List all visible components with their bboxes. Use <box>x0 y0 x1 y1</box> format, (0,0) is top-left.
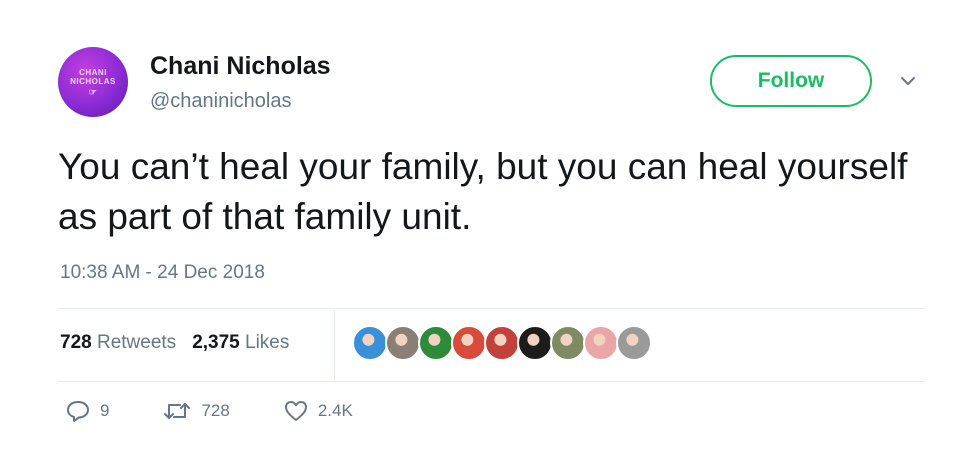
retweets-count: 728 <box>60 332 92 353</box>
retweet-icon <box>164 403 191 419</box>
tweet-actions: 9 728 2.4K <box>66 400 407 422</box>
hand-icon: ☞ <box>88 86 98 97</box>
likes-count: 2,375 <box>192 332 240 353</box>
liker-avatar-9[interactable] <box>616 325 652 361</box>
reply-action[interactable]: 9 <box>66 400 109 422</box>
author-handle[interactable]: @chaninicholas <box>150 90 292 113</box>
retweet-action[interactable]: 728 <box>163 400 230 422</box>
liker-avatars <box>352 325 652 361</box>
liker-avatar-8[interactable] <box>583 325 619 361</box>
tweet-timestamp[interactable]: 10:38 AM - 24 Dec 2018 <box>60 262 265 284</box>
liker-avatar-2[interactable] <box>385 325 421 361</box>
liker-avatar-5[interactable] <box>484 325 520 361</box>
avatar-text-line1: CHANI <box>79 67 107 77</box>
liker-avatar-3[interactable] <box>418 325 454 361</box>
likes-label: Likes <box>245 332 290 353</box>
like-count: 2.4K <box>317 401 353 420</box>
chevron-down-icon[interactable] <box>898 71 918 91</box>
engagement-stats: 728 Retweets 2,375 Likes <box>60 332 289 354</box>
liker-avatar-7[interactable] <box>550 325 586 361</box>
author-name[interactable]: Chani Nicholas <box>150 52 331 81</box>
heart-icon <box>284 401 307 421</box>
retweet-count: 728 <box>201 401 230 420</box>
tweet-text: You can’t heal your family, but you can … <box>58 146 908 237</box>
liker-avatar-6[interactable] <box>517 325 553 361</box>
avatar-text-line2: NICHOLAS <box>70 76 116 86</box>
divider-top <box>58 308 924 309</box>
liker-avatar-4[interactable] <box>451 325 487 361</box>
stats-separator <box>334 310 335 380</box>
likes-stat[interactable]: 2,375 Likes <box>192 332 289 354</box>
retweets-stat[interactable]: 728 Retweets <box>60 332 176 354</box>
liker-avatar-1[interactable] <box>352 325 388 361</box>
author-avatar[interactable]: CHANI NICHOLAS ☞ <box>58 47 128 117</box>
reply-icon <box>67 401 89 422</box>
divider-bottom <box>58 381 924 382</box>
like-action[interactable]: 2.4K <box>284 400 353 422</box>
follow-button[interactable]: Follow <box>710 55 872 107</box>
retweets-label: Retweets <box>96 332 177 353</box>
reply-count: 9 <box>100 401 110 420</box>
